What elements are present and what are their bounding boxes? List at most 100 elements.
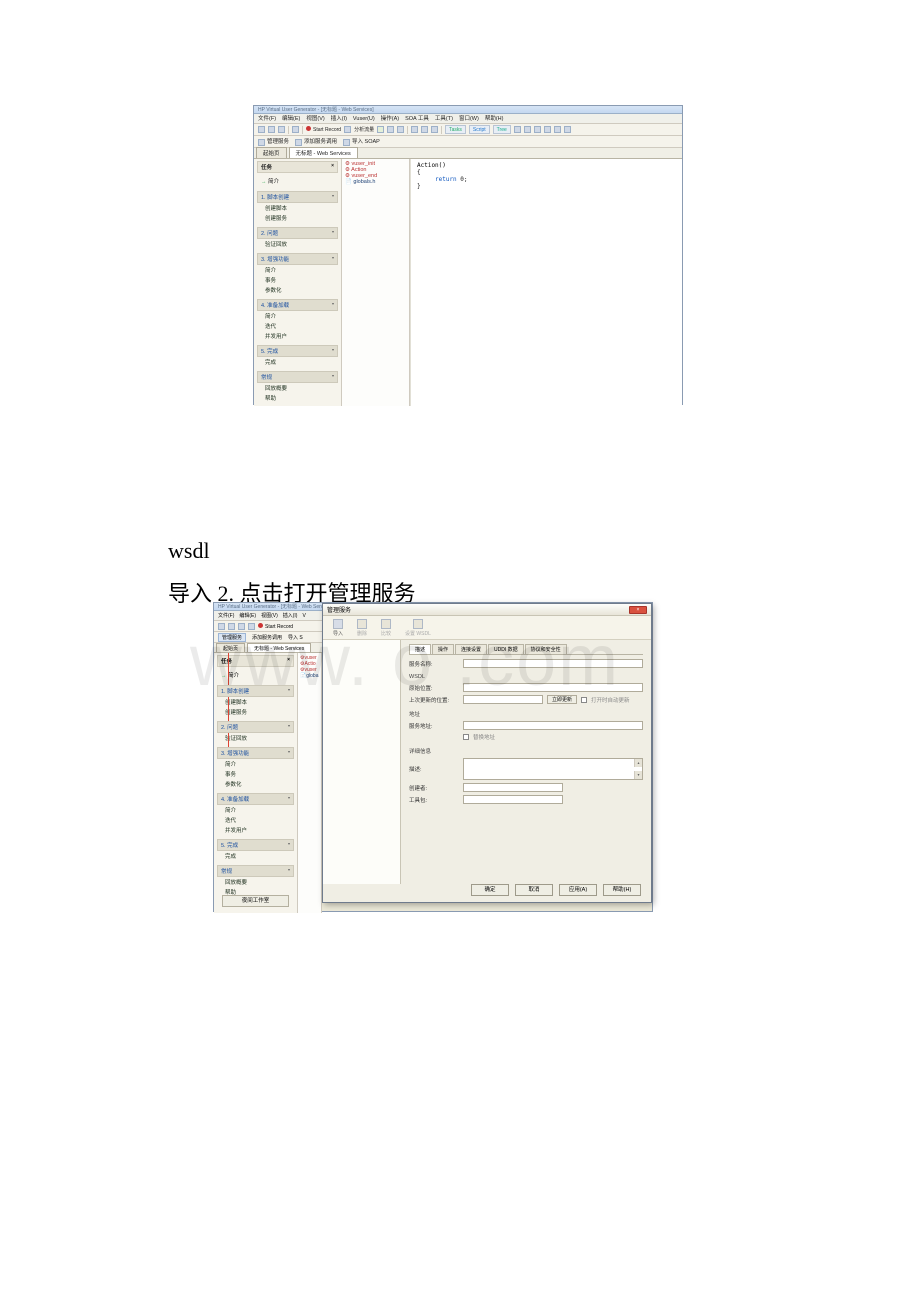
item-help[interactable]: 帮助 [257,393,338,403]
dlg-tab-conn[interactable]: 连接设置 [455,644,487,654]
stop-icon[interactable] [397,126,404,133]
s2-sec2[interactable]: 2. 问题▾ [217,721,294,733]
menu-insert-2[interactable]: 插入(I) [283,611,298,620]
dlg-tb-delete[interactable]: 删除 [357,619,367,637]
dialog-service-list[interactable] [323,640,401,884]
file-globals[interactable]: 📄 globals.h [345,179,406,185]
new-icon-2[interactable] [218,623,225,630]
add-service-call-button[interactable]: 添加服务调用 [295,137,337,145]
textarea-desc[interactable]: ▴ ▾ [463,758,643,780]
tab-start-2[interactable]: 起始页 [216,643,245,652]
import-soap-2[interactable]: 导入 S [288,634,303,641]
manage-services-button[interactable]: 管理服务 [258,137,289,145]
section-1-header[interactable]: 1. 脚本创建▾ [257,191,338,203]
open-icon-2[interactable] [228,623,235,630]
item-concurrent[interactable]: 并发用户 [257,331,338,341]
menu-file[interactable]: 文件(F) [258,114,276,123]
s2-i3a[interactable]: 简介 [217,759,294,769]
dlg-tb-compare[interactable]: 比较 [381,619,391,637]
s2-i4a[interactable]: 简介 [217,805,294,815]
misc-icon-1[interactable] [514,126,521,133]
btn-cancel[interactable]: 取消 [515,884,553,896]
tab-ws-2[interactable]: 无标题 - Web Services [247,643,311,652]
s2-sec4[interactable]: 4. 准备加载▾ [217,793,294,805]
s2-sec1[interactable]: 1. 脚本创建▾ [217,685,294,697]
run-icon[interactable] [421,126,428,133]
scroll-down-icon[interactable]: ▾ [634,771,642,779]
s2-iGa[interactable]: 回放概要 [217,877,294,887]
night-studio-button[interactable]: 夜间工作室 [222,895,289,907]
s2-i4c[interactable]: 并发用户 [217,825,294,835]
analyze-icon[interactable] [344,126,351,133]
search-icon[interactable] [292,126,299,133]
btn-ok[interactable]: 确定 [471,884,509,896]
input-toolkit[interactable] [463,795,563,804]
menu-help[interactable]: 帮助(H) [485,114,504,123]
chk-auto-update[interactable] [581,697,587,703]
item-verify-replay[interactable]: 验证回放 [257,239,338,249]
item-create-script[interactable]: 创建脚本 [257,203,338,213]
menu-view[interactable]: 视图(V) [306,114,324,123]
save-icon[interactable] [278,126,285,133]
menu-soa-tools[interactable]: SOA 工具 [405,114,429,123]
menu-vuser-2[interactable]: V [302,611,305,620]
s2-secG[interactable]: 常规▾ [217,865,294,877]
item-transaction[interactable]: 事务 [257,275,338,285]
compile-icon[interactable] [411,126,418,133]
input-service-name[interactable] [463,659,643,668]
btn-update-now[interactable]: 立即更新 [547,695,577,704]
section-general-header[interactable]: 常规▾ [257,371,338,383]
input-creator[interactable] [463,783,563,792]
section-5-header[interactable]: 5. 完成▾ [257,345,338,357]
tab-start-page[interactable]: 起始页 [256,147,287,158]
menu-window[interactable]: 窗口(W) [459,114,479,123]
dlg-tab-ops[interactable]: 操作 [432,644,454,654]
section-3-header[interactable]: 3. 增强功能▾ [257,253,338,265]
menu-edit[interactable]: 编辑(E) [282,114,300,123]
new-icon[interactable] [258,126,265,133]
code-editor[interactable]: Action() { return 0; } [410,159,682,406]
s2-i5a[interactable]: 完成 [217,851,294,861]
pause-icon[interactable] [387,126,394,133]
item-create-service[interactable]: 创建服务 [257,213,338,223]
item-replay-summary[interactable]: 回放概要 [257,383,338,393]
menu-vuser[interactable]: Vuser(U) [353,114,375,123]
misc-icon-4[interactable] [544,126,551,133]
item-iteration[interactable]: 迭代 [257,321,338,331]
dlg-tab-uddi[interactable]: UDDI 数据 [488,644,524,654]
manage-services-2[interactable]: 管理服务 [218,633,246,642]
analyze-button[interactable]: 分析流量 [354,126,374,133]
dlg-tab-sec[interactable]: 协议和安全性 [525,644,567,654]
menu-insert[interactable]: 插入(I) [331,114,347,123]
add-service-call-2[interactable]: 添加服务调用 [252,634,282,641]
s2-i4b[interactable]: 迭代 [217,815,294,825]
section-4-header[interactable]: 4. 准备加载▾ [257,299,338,311]
s2-sec3[interactable]: 3. 增强功能▾ [217,747,294,759]
s2-i3c[interactable]: 参数化 [217,779,294,789]
play-icon[interactable] [377,126,384,133]
misc-icon-5[interactable] [554,126,561,133]
misc-icon-6[interactable] [564,126,571,133]
dlg-tab-desc[interactable]: 描述 [409,644,431,654]
dialog-close-button[interactable]: × [629,606,647,614]
section-2-header[interactable]: 2. 问题▾ [257,227,338,239]
btn-apply[interactable]: 应用(A) [559,884,597,896]
item-parameterize[interactable]: 参数化 [257,285,338,295]
tasks-button[interactable]: Tasks [445,125,466,134]
menu-tools[interactable]: 工具(T) [435,114,453,123]
script-button[interactable]: Script [469,125,490,134]
import-soap-button[interactable]: 导入 SOAP [343,137,380,145]
input-svc-addr[interactable] [463,721,643,730]
search-icon-2[interactable] [248,623,255,630]
scroll-up-icon[interactable]: ▴ [634,759,642,767]
start-record-2[interactable]: Start Record [258,623,293,630]
save-icon-2[interactable] [238,623,245,630]
s2-i3b[interactable]: 事务 [217,769,294,779]
tab-web-services[interactable]: 无标题 - Web Services [289,147,358,158]
input-orig-loc[interactable] [463,683,643,692]
misc-icon-3[interactable] [534,126,541,133]
misc-icon-2[interactable] [524,126,531,133]
menu-action[interactable]: 操作(A) [381,114,399,123]
item-intro-3[interactable]: 简介 [257,265,338,275]
f2-globals[interactable]: 📄globa [300,673,319,679]
